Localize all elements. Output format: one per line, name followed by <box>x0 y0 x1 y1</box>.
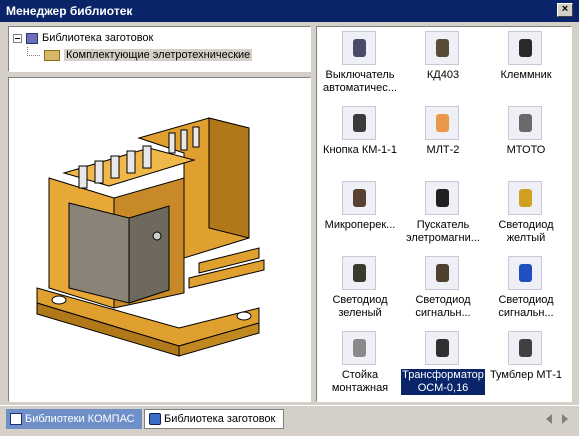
library-icon <box>149 413 161 425</box>
transformer-icon <box>425 331 459 365</box>
gallery-item[interactable]: МТОТО <box>484 104 568 176</box>
scroll-left-icon[interactable] <box>546 414 552 424</box>
led-green-icon <box>342 256 376 290</box>
tree-minus-icon[interactable] <box>13 33 22 43</box>
toggle-switch-icon <box>508 331 542 365</box>
gallery-item[interactable]: Клеммник <box>484 29 568 101</box>
gallery-item[interactable]: Светодиод сигнальн... <box>401 254 485 326</box>
tree-child-label: Комплектующие элетротехнические <box>64 49 253 61</box>
mounting-post-icon <box>342 331 376 365</box>
resistor-icon <box>425 106 459 140</box>
switch-icon <box>508 106 542 140</box>
gallery-item[interactable]: КД403 <box>401 29 485 101</box>
diode-block-icon <box>425 31 459 65</box>
tab-kompas-libraries[interactable]: Библиотеки КОМПАС <box>6 409 142 429</box>
library-book-icon <box>26 32 38 44</box>
led-signal-icon <box>425 256 459 290</box>
gallery-item-label: Стойка монтажная <box>331 369 389 394</box>
tree-root-label: Библиотека заготовок <box>42 32 154 44</box>
gallery-item-label: МЛТ-2 <box>426 144 460 156</box>
title-bar[interactable]: Менеджер библиотек × <box>0 0 579 22</box>
gallery-item[interactable]: Трансформатор ОСМ-0,16 <box>401 329 485 401</box>
gallery-item-label: Трансформатор ОСМ-0,16 <box>401 369 485 395</box>
micro-switch-icon <box>342 181 376 215</box>
tree-node-electrical[interactable]: Комплектующие элетротехнические <box>27 46 253 63</box>
led-yellow-icon <box>508 181 542 215</box>
gallery-item[interactable]: МЛТ-2 <box>401 104 485 176</box>
gallery-item-label: Светодиод сигнальн... <box>498 294 554 319</box>
gallery-item-label: Светодиод зеленый <box>332 294 388 319</box>
led-signal-blue-icon <box>508 256 542 290</box>
gallery-item-label: Тумблер МТ-1 <box>489 369 563 381</box>
gallery-item-label: Выключатель автоматичес... <box>323 69 397 94</box>
gallery-item[interactable]: Светодиод зеленый <box>318 254 402 326</box>
contactor-icon <box>425 181 459 215</box>
terminal-block-icon <box>508 31 542 65</box>
circuit-breaker-icon <box>342 31 376 65</box>
folder-icon <box>44 49 60 61</box>
tree-node-root[interactable]: Библиотека заготовок <box>13 30 153 46</box>
gallery-item[interactable]: Светодиод желтый <box>484 179 568 251</box>
library-book-icon <box>10 413 22 425</box>
gallery-item-label: МТОТО <box>506 144 546 156</box>
close-button[interactable]: × <box>557 3 573 17</box>
gallery-item[interactable]: Выключатель автоматичес... <box>318 29 402 101</box>
library-manager-window: Менеджер библиотек × Библиотека заготово… <box>0 0 579 436</box>
gallery-item[interactable]: Кнопка КМ-1-1 <box>318 104 402 176</box>
gallery-item-label: Светодиод сигнальн... <box>415 294 471 319</box>
gallery-item[interactable]: Стойка монтажная <box>318 329 402 401</box>
gallery-item-label: Светодиод желтый <box>498 219 554 244</box>
preview-panel <box>8 77 311 402</box>
component-gallery[interactable]: Выключатель автоматичес... КД403 Клеммник К… <box>316 26 572 402</box>
tree-connector <box>27 46 40 56</box>
gallery-item-label: Клеммник <box>500 69 552 81</box>
gallery-item-label: Микроперек... <box>324 219 396 231</box>
library-tab-bar: Библиотеки КОМПАС Библиотека заготовок <box>0 405 579 436</box>
gallery-item[interactable]: Пускатель элетромагни... <box>401 179 485 251</box>
gallery-item-label: Кнопка КМ-1-1 <box>323 144 397 156</box>
window-title: Менеджер библиотек <box>6 4 133 18</box>
gallery-item[interactable]: Микроперек... <box>318 179 402 251</box>
scroll-right-icon[interactable] <box>562 414 568 424</box>
gallery-item[interactable]: Светодиод сигнальн... <box>484 254 568 326</box>
gallery-item-label: Пускатель элетромагни... <box>406 219 480 244</box>
gallery-item-label: КД403 <box>426 69 460 81</box>
tab-blanks-library[interactable]: Библиотека заготовок <box>144 409 284 429</box>
transformer-preview-image <box>36 117 265 357</box>
library-tree[interactable]: Библиотека заготовок Комплектующие элетр… <box>8 26 311 72</box>
gallery-item[interactable]: Тумблер МТ-1 <box>484 329 568 401</box>
push-button-icon <box>342 106 376 140</box>
